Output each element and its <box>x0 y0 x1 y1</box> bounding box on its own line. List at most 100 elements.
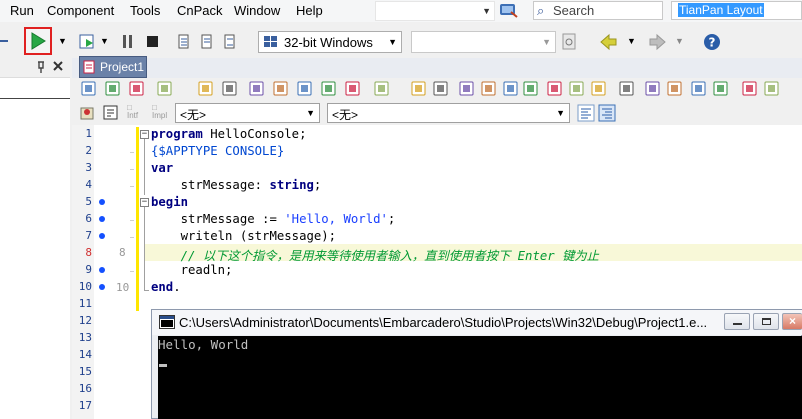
editor-tool-icon[interactable] <box>197 80 215 98</box>
chevron-down-icon[interactable]: ▼ <box>675 36 684 46</box>
console-body[interactable] <box>158 336 802 419</box>
trace-into-icon[interactable] <box>199 32 219 52</box>
run-dropdown-icon[interactable]: ▼ <box>58 36 67 46</box>
line-number: 3 <box>85 161 92 174</box>
editor-tool-icon[interactable] <box>522 80 540 98</box>
close-icon: × <box>789 314 797 328</box>
line-number: 4 <box>85 178 92 191</box>
chevron-down-icon: ▼ <box>482 6 491 16</box>
tab-label: Project1 <box>100 60 145 74</box>
method-combo-value: <无> <box>332 108 359 122</box>
editor-tool-icon[interactable] <box>480 80 498 98</box>
tick-mark <box>130 169 134 170</box>
menu-window[interactable]: Window <box>234 3 280 18</box>
executable-line-dot[interactable] <box>99 284 105 290</box>
console-title: C:\Users\Administrator\Documents\Embarca… <box>179 315 708 330</box>
fold-toggle[interactable]: − <box>140 130 149 139</box>
tab-project1[interactable]: Project1 <box>79 56 147 78</box>
editor-tool-icon[interactable] <box>502 80 520 98</box>
tick-mark <box>130 186 134 187</box>
run-button[interactable] <box>24 27 52 55</box>
editor-tool-icon[interactable] <box>590 80 608 98</box>
platform-label: 32-bit Windows <box>284 35 373 50</box>
editor-tool-icon[interactable] <box>248 80 266 98</box>
editor-tool-icon[interactable] <box>763 80 781 98</box>
editor-tool-icon[interactable] <box>344 80 362 98</box>
editor-tool-icon[interactable] <box>373 80 391 98</box>
editor-tool-icon[interactable] <box>666 80 684 98</box>
align-left-icon[interactable] <box>577 104 595 122</box>
executable-line-dot[interactable] <box>99 267 105 273</box>
run-to-cursor-icon[interactable] <box>222 32 242 52</box>
menu-component[interactable]: Component <box>47 3 114 18</box>
browse-icon[interactable] <box>79 104 97 122</box>
layout-combo[interactable]: TianPan Layout <box>671 1 802 20</box>
pin-icon[interactable] <box>36 60 46 74</box>
target-platform-select[interactable]: 32-bit Windows ▼ <box>258 31 402 53</box>
executable-line-dot[interactable] <box>99 199 105 205</box>
help-icon[interactable]: ? <box>702 32 722 52</box>
fold-guide <box>144 207 145 290</box>
executable-line-dot[interactable] <box>99 216 105 222</box>
search-input[interactable]: ⌕ Search <box>533 1 663 20</box>
editor-tool-icon[interactable] <box>712 80 730 98</box>
editor-tool-icon[interactable] <box>272 80 290 98</box>
new-unit-icon[interactable] <box>102 104 120 122</box>
editor-tool-icon[interactable] <box>546 80 564 98</box>
class-combo-value: <无> <box>180 108 207 122</box>
menu-tools[interactable]: Tools <box>130 3 160 18</box>
close-button[interactable]: × <box>782 313 802 330</box>
editor-tool-icon[interactable] <box>156 80 174 98</box>
align-right-icon[interactable] <box>598 104 616 122</box>
refresh-icon[interactable] <box>561 32 579 52</box>
step-over-icon[interactable] <box>176 32 196 52</box>
code-line-5: begin <box>151 195 189 209</box>
menu-cnpack[interactable]: CnPack <box>177 3 223 18</box>
editor-tool-icon[interactable] <box>741 80 759 98</box>
chevron-down-icon[interactable]: ▼ <box>627 36 636 46</box>
menu-run[interactable]: Run <box>10 3 34 18</box>
maximize-button[interactable] <box>753 313 779 330</box>
line-number: 1 <box>85 127 92 140</box>
desktop-layout-icon[interactable] <box>499 2 519 19</box>
editor-tool-icon[interactable] <box>568 80 586 98</box>
fold-toggle[interactable]: − <box>140 198 149 207</box>
menu-dropdown[interactable]: ▼ <box>375 1 495 21</box>
class-combo[interactable]: <无> ▼ <box>175 103 320 123</box>
pause-icon[interactable] <box>120 33 136 51</box>
run-without-debug-icon[interactable] <box>78 32 98 52</box>
editor-tool-icon[interactable] <box>432 80 450 98</box>
code-line-10: end. <box>151 280 181 294</box>
editor-tool-icon[interactable] <box>296 80 314 98</box>
editor-tool-icon[interactable] <box>644 80 662 98</box>
code-line-3: var <box>151 161 174 175</box>
line-number: 8 <box>85 246 92 259</box>
editor-tool-icon[interactable] <box>104 80 122 98</box>
editor-tool-icon[interactable] <box>320 80 338 98</box>
editor-tool-icon[interactable] <box>128 80 146 98</box>
executable-line-dot[interactable] <box>99 233 105 239</box>
editor-tool-icon[interactable] <box>80 80 98 98</box>
search-placeholder: Search <box>553 3 595 18</box>
minimize-button[interactable] <box>724 313 750 330</box>
build-config-select[interactable]: ▼ <box>411 31 556 53</box>
tick-mark <box>130 237 134 238</box>
stop-icon[interactable] <box>145 33 161 51</box>
editor-tool-icon[interactable] <box>618 80 636 98</box>
line-number: 9 <box>85 263 92 276</box>
code-line-2: {$APPTYPE CONSOLE} <box>151 144 285 158</box>
method-combo[interactable]: <无> ▼ <box>327 103 570 123</box>
editor-tool-icon[interactable] <box>410 80 428 98</box>
chevron-down-icon[interactable]: ▼ <box>100 36 109 46</box>
menu-help[interactable]: Help <box>296 3 323 18</box>
gutter-line-number: 8 <box>119 246 126 259</box>
forward-icon[interactable] <box>647 32 667 52</box>
fold-guide <box>144 139 145 195</box>
close-icon[interactable] <box>53 61 63 71</box>
line-number: 15 <box>78 365 92 378</box>
editor-tool-icon[interactable] <box>221 80 239 98</box>
chevron-down-icon: ▼ <box>306 108 315 118</box>
back-icon[interactable] <box>599 32 619 52</box>
editor-tool-icon[interactable] <box>690 80 708 98</box>
editor-tool-icon[interactable] <box>458 80 476 98</box>
